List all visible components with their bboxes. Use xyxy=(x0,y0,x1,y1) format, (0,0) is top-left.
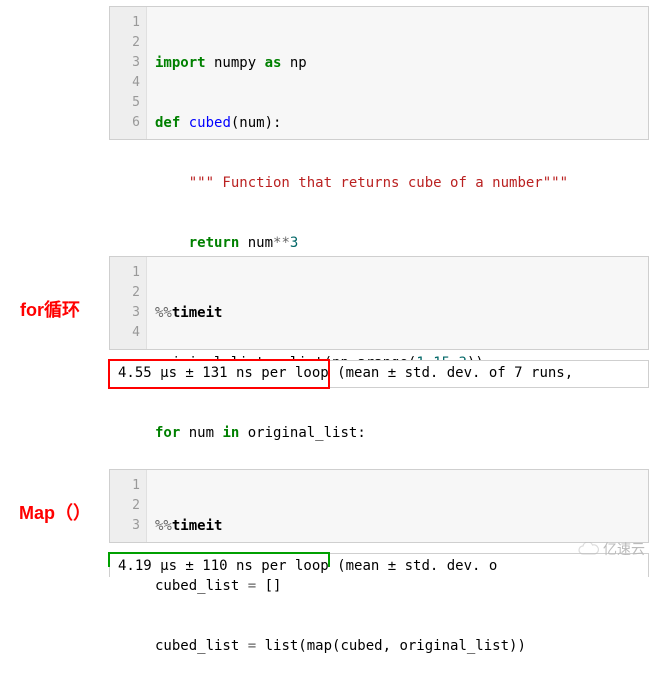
timing-highlight: 4.19 µs ± 110 ns per loop xyxy=(118,558,337,574)
lineno: 1 xyxy=(118,13,140,33)
lineno: 4 xyxy=(118,323,140,343)
lineno: 4 xyxy=(118,73,140,93)
lineno: 3 xyxy=(118,53,140,73)
output-for: 4.55 µs ± 131 ns per loop (mean ± std. d… xyxy=(109,360,649,388)
gutter: 1 2 3 4 5 6 xyxy=(110,7,147,139)
output-map: 4.19 µs ± 110 ns per loop (mean ± std. d… xyxy=(109,553,649,577)
timing-highlight: 4.55 µs ± 131 ns per loop xyxy=(118,365,337,381)
lineno: 3 xyxy=(118,516,140,536)
lineno: 1 xyxy=(118,263,140,283)
code-block-map: 1 2 3 %%timeit cubed_list = [] cubed_lis… xyxy=(109,469,649,543)
code-line: cubed_list = list(map(cubed, original_li… xyxy=(155,636,526,656)
lineno: 2 xyxy=(118,33,140,53)
code-line: %%timeit xyxy=(155,516,526,536)
code-line: def cubed(num): xyxy=(155,113,568,133)
code-block-setup: 1 2 3 4 5 6 import numpy as np def cubed… xyxy=(109,6,649,140)
lineno: 2 xyxy=(118,496,140,516)
watermark: 亿速云 xyxy=(577,539,645,559)
timing-rest: (mean ± std. dev. of 7 runs, xyxy=(337,365,573,381)
lineno: 1 xyxy=(118,476,140,496)
lineno: 6 xyxy=(118,113,140,133)
code-block-for: 1 2 3 4 %%timeit cubed_list = [] for num… xyxy=(109,256,649,350)
code-line: for num in original_list: xyxy=(155,423,433,443)
code-line: return num**3 xyxy=(155,233,568,253)
lineno: 5 xyxy=(118,93,140,113)
code-line: cubed_list = [] xyxy=(155,576,526,596)
gutter: 1 2 3 4 xyxy=(110,257,147,349)
lineno: 2 xyxy=(118,283,140,303)
lineno: 3 xyxy=(118,303,140,323)
code-line: import numpy as np xyxy=(155,53,568,73)
cloud-icon xyxy=(577,542,599,556)
label-map: Map（） xyxy=(19,499,91,525)
code-content: import numpy as np def cubed(num): """ F… xyxy=(147,7,576,139)
label-for-loop: for循环 xyxy=(20,296,80,322)
code-line: """ Function that returns cube of a numb… xyxy=(155,173,568,193)
code-line: %%timeit xyxy=(155,303,433,323)
gutter: 1 2 3 xyxy=(110,470,147,542)
code-content: %%timeit cubed_list = [] cubed_list = li… xyxy=(147,470,534,542)
watermark-text: 亿速云 xyxy=(603,539,645,559)
timing-rest: (mean ± std. dev. o xyxy=(337,558,497,574)
code-content: %%timeit cubed_list = [] for num in orig… xyxy=(147,257,441,349)
